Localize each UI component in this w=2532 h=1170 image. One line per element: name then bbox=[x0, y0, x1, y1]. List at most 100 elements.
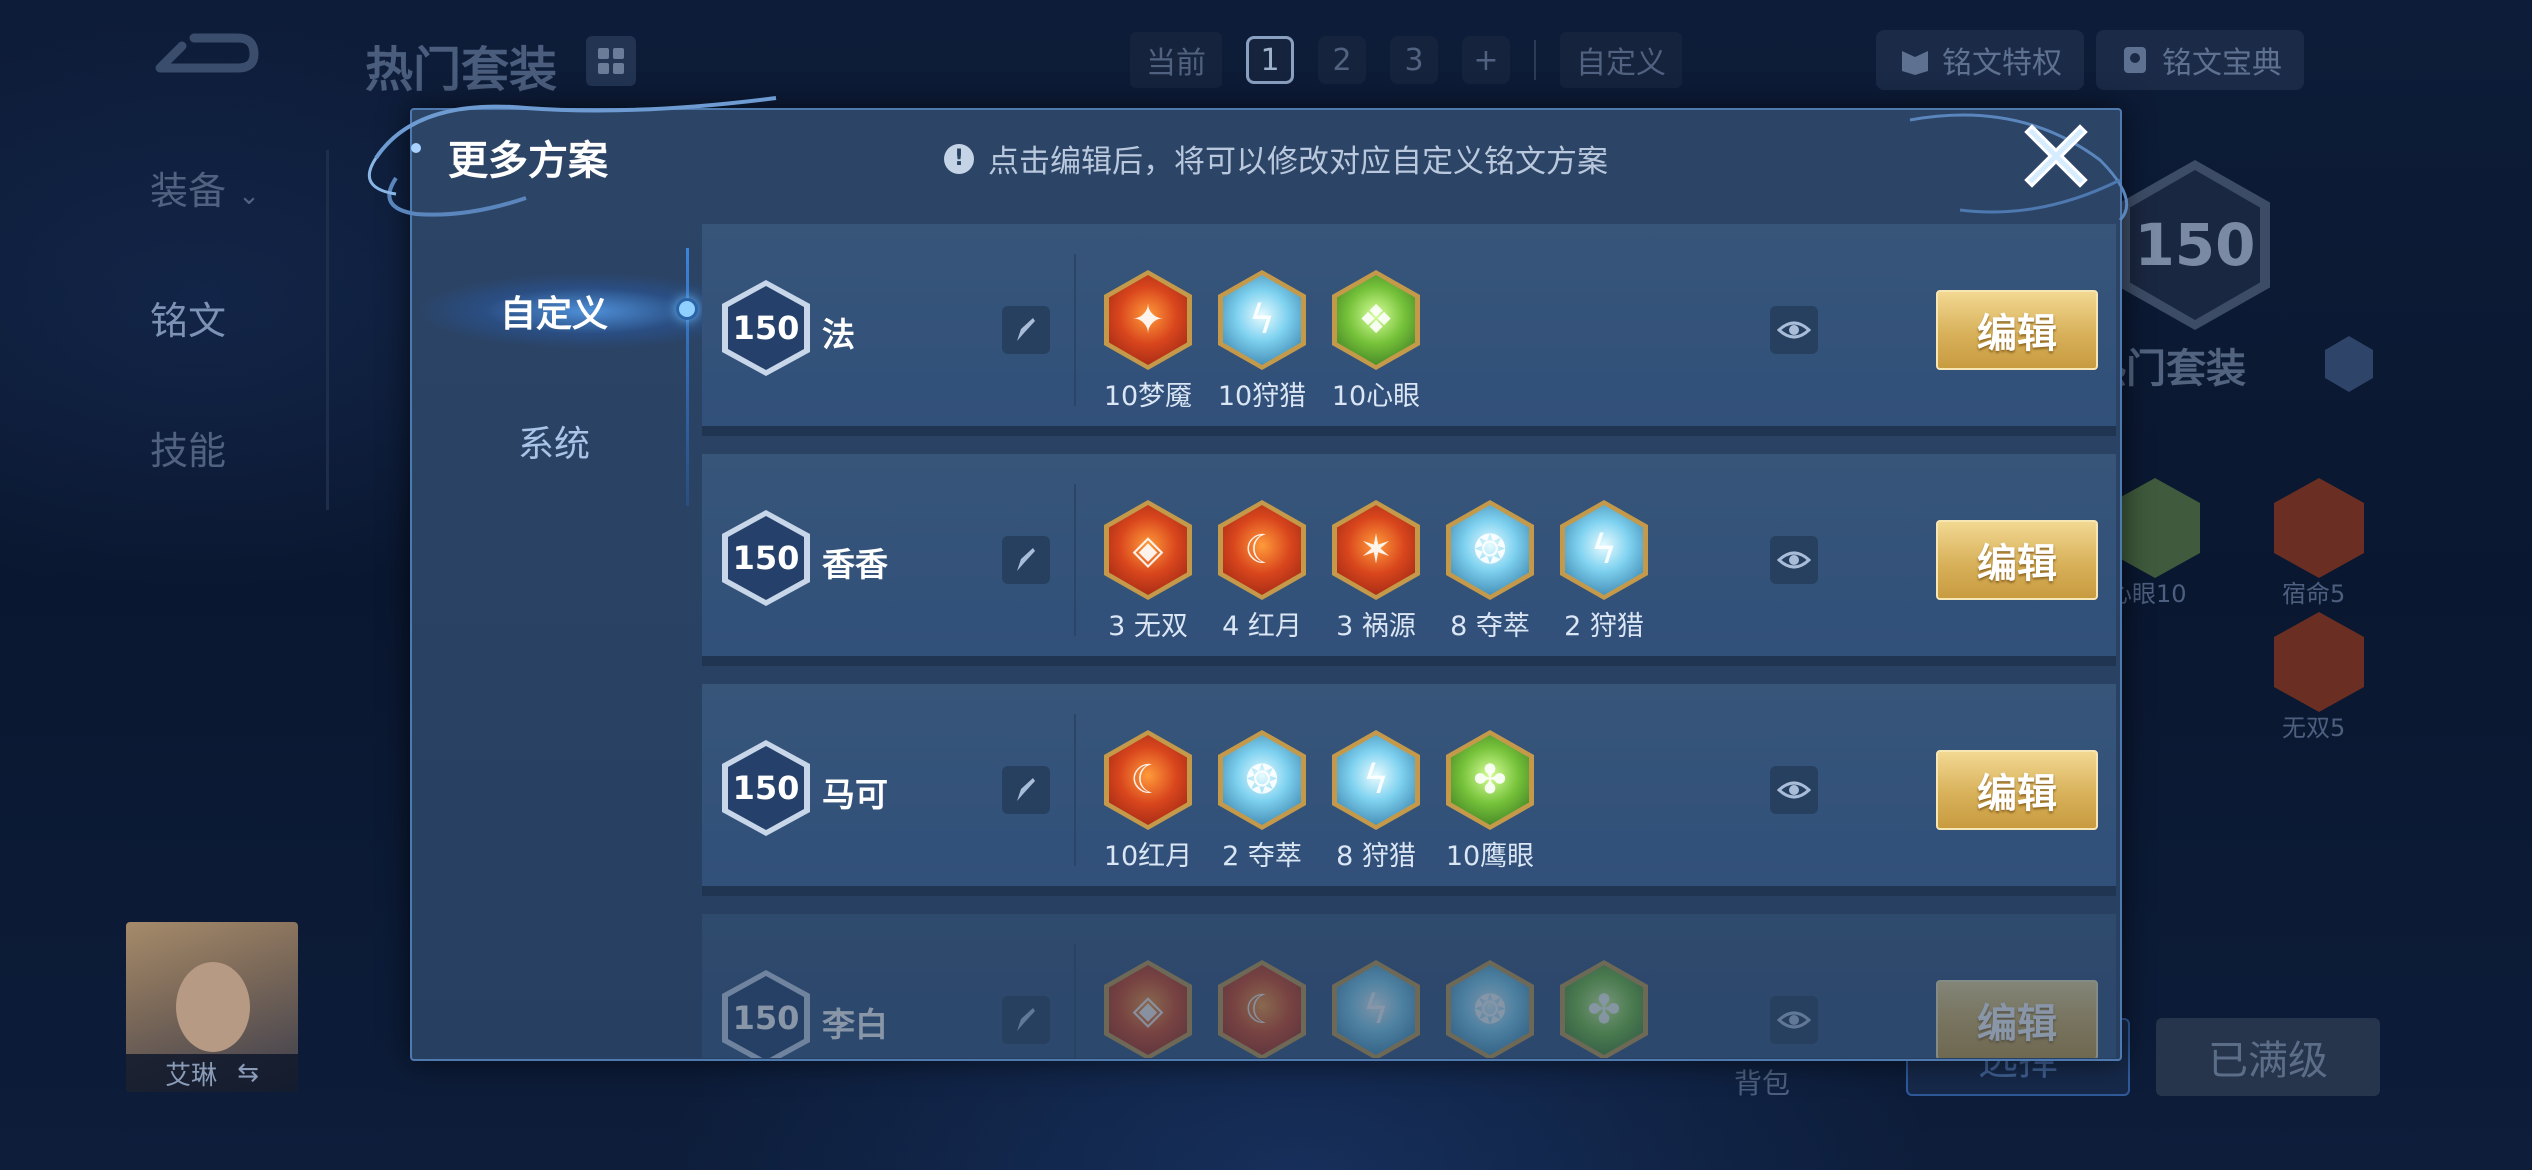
inscription-item[interactable]: ✦ 10梦魇 bbox=[1094, 270, 1202, 413]
inscription-item[interactable]: ☾ 10红月 bbox=[1094, 730, 1202, 873]
rename-button[interactable] bbox=[1002, 766, 1050, 814]
edit-button[interactable]: 编辑 bbox=[1936, 520, 2098, 600]
codex-label: 铭文宝典 bbox=[2162, 46, 2282, 81]
grid-icon[interactable] bbox=[586, 36, 636, 86]
inscription-label: 3 祸源 bbox=[1336, 611, 1416, 642]
custom-page-button[interactable]: 自定义 bbox=[1560, 32, 1682, 88]
side-item-inscription[interactable]: 铭文 bbox=[150, 290, 226, 345]
inscription-label: 10梦魇 bbox=[1103, 381, 1193, 412]
inscription-item[interactable]: ❂ bbox=[1436, 960, 1544, 1058]
suit-gem-green bbox=[2110, 478, 2200, 578]
inscription-item[interactable]: ❂ 2 夺萃 bbox=[1208, 730, 1316, 873]
tab-custom[interactable]: 自定义 bbox=[412, 268, 696, 354]
suit-gem-red bbox=[2274, 478, 2364, 578]
inscription-item[interactable]: ϟ 2 狩猎 bbox=[1550, 500, 1658, 643]
tab-rail bbox=[686, 248, 689, 506]
preview-button[interactable] bbox=[1770, 766, 1818, 814]
inscription-label: 4 红月 bbox=[1222, 611, 1302, 642]
inscription-blue-icon: ϟ bbox=[1560, 500, 1648, 600]
scheme-row: 150 李白 ◈ ☾ ϟ ❂ ✤ 编辑 bbox=[702, 914, 2116, 1058]
dialog-title: 更多方案 bbox=[448, 138, 608, 184]
level-badge: 150 bbox=[722, 740, 810, 836]
inscription-label: 2 夺萃 bbox=[1222, 841, 1302, 872]
inscription-blue-icon: ϟ bbox=[1218, 270, 1306, 370]
side-item-skill[interactable]: 技能 bbox=[150, 420, 226, 475]
inscription-item[interactable]: ☾ 4 红月 bbox=[1208, 500, 1316, 643]
edit-button[interactable]: 编辑 bbox=[1936, 290, 2098, 370]
hero-level-badge: 150 bbox=[2120, 160, 2270, 330]
inscription-item[interactable]: ❂ 8 夺萃 bbox=[1436, 500, 1544, 643]
back-arrow-icon[interactable] bbox=[150, 28, 260, 88]
book-icon bbox=[1902, 51, 1928, 75]
scheme-row: 150 马可 ☾ 10红月 ❂ 2 夺萃 ϟ 8 狩猎 ✤ 10鹰眼 编辑 bbox=[702, 684, 2116, 896]
hero-name: 艾琳 bbox=[165, 1060, 218, 1091]
maxed-button[interactable]: 已满级 bbox=[2156, 1018, 2380, 1096]
page-tabbar: 当前 1 2 3 + 自定义 bbox=[1130, 30, 1682, 90]
menu-icon[interactable] bbox=[2325, 336, 2373, 392]
inscription-red-icon: ✶ bbox=[1332, 500, 1420, 600]
bag-label[interactable]: 背包 bbox=[1734, 1062, 1790, 1102]
inscription-label: 10狩猎 bbox=[1217, 381, 1307, 412]
inscription-item[interactable]: ❖ 10心眼 bbox=[1322, 270, 1430, 413]
preview-button[interactable] bbox=[1770, 306, 1818, 354]
edit-button[interactable]: 编辑 bbox=[1936, 980, 2098, 1058]
add-page-button[interactable]: + bbox=[1462, 36, 1510, 84]
close-icon[interactable] bbox=[2020, 120, 2092, 192]
preview-button[interactable] bbox=[1770, 536, 1818, 584]
inscription-red-icon: ✦ bbox=[1104, 270, 1192, 370]
inscription-red-icon: ☾ bbox=[1218, 500, 1306, 600]
inscription-label: 10鹰眼 bbox=[1445, 841, 1535, 872]
edit-button[interactable]: 编辑 bbox=[1936, 750, 2098, 830]
page-tab-2[interactable]: 2 bbox=[1318, 36, 1366, 84]
scheme-name: 马可 bbox=[822, 775, 888, 814]
scheme-row: 150 香香 ◈ 3 无双 ☾ 4 红月 ✶ 3 祸源 ❂ 8 夺萃 ϟ 2 狩… bbox=[702, 454, 2116, 666]
suit-label-3: 无双5 bbox=[2282, 714, 2346, 742]
scheme-name: 李白 bbox=[822, 1005, 888, 1044]
inscription-label: 3 无双 bbox=[1108, 611, 1188, 642]
codex-button[interactable]: 铭文宝典 bbox=[2096, 30, 2304, 90]
inscription-blue-icon: ❂ bbox=[1446, 960, 1534, 1058]
preview-button[interactable] bbox=[1770, 996, 1818, 1044]
avatar-face bbox=[176, 962, 250, 1052]
rename-button[interactable] bbox=[1002, 996, 1050, 1044]
page-tab-3[interactable]: 3 bbox=[1390, 36, 1438, 84]
hero-name-bar: 艾琳 ⇆ bbox=[126, 1054, 298, 1092]
inscription-blue-icon: ϟ bbox=[1332, 960, 1420, 1058]
inscription-item[interactable]: ϟ 8 狩猎 bbox=[1322, 730, 1430, 873]
inscription-item[interactable]: ◈ bbox=[1094, 960, 1202, 1058]
eye-icon bbox=[1777, 551, 1811, 569]
inscription-item[interactable]: ◈ 3 无双 bbox=[1094, 500, 1202, 643]
hero-avatar[interactable]: 艾琳 ⇆ bbox=[126, 922, 298, 1092]
inscription-red-icon: ☾ bbox=[1218, 960, 1306, 1058]
active-tab-indicator bbox=[676, 298, 698, 320]
inscription-red-icon: ◈ bbox=[1104, 500, 1192, 600]
inscription-label: 10红月 bbox=[1103, 841, 1193, 872]
eye-icon bbox=[1777, 321, 1811, 339]
row-divider bbox=[1074, 714, 1076, 866]
inscription-green-icon: ✤ bbox=[1446, 730, 1534, 830]
inscription-item[interactable]: ✶ 3 祸源 bbox=[1322, 500, 1430, 643]
rename-button[interactable] bbox=[1002, 536, 1050, 584]
info-icon: ! bbox=[944, 143, 974, 174]
privilege-button[interactable]: 铭文特权 bbox=[1876, 30, 2084, 90]
level-badge: 150 bbox=[722, 970, 810, 1058]
scheme-name: 法 bbox=[822, 315, 855, 354]
level-badge: 150 bbox=[722, 280, 810, 376]
scheme-row: 150 法 ✦ 10梦魇 ϟ 10狩猎 ❖ 10心眼 编辑 bbox=[702, 224, 2116, 436]
inscription-item[interactable]: ✤ 10鹰眼 bbox=[1436, 730, 1544, 873]
level-badge: 150 bbox=[722, 510, 810, 606]
inscription-item[interactable]: ✤ bbox=[1550, 960, 1658, 1058]
scheme-tabs: 自定义 系统 bbox=[412, 226, 702, 1056]
rename-button[interactable] bbox=[1002, 306, 1050, 354]
swap-icon[interactable]: ⇆ bbox=[237, 1058, 259, 1088]
tabbar-divider bbox=[1534, 40, 1536, 80]
eye-icon bbox=[1777, 1011, 1811, 1029]
side-item-equipment[interactable]: 装备 ⌄ bbox=[150, 160, 260, 215]
page-tab-1[interactable]: 1 bbox=[1246, 36, 1294, 84]
tab-system[interactable]: 系统 bbox=[412, 398, 696, 484]
inscription-item[interactable]: ϟ 10狩猎 bbox=[1208, 270, 1316, 413]
inscription-item[interactable]: ☾ bbox=[1208, 960, 1316, 1058]
inscription-label: 8 夺萃 bbox=[1450, 611, 1530, 642]
row-divider bbox=[1074, 944, 1076, 1058]
inscription-item[interactable]: ϟ bbox=[1322, 960, 1430, 1058]
